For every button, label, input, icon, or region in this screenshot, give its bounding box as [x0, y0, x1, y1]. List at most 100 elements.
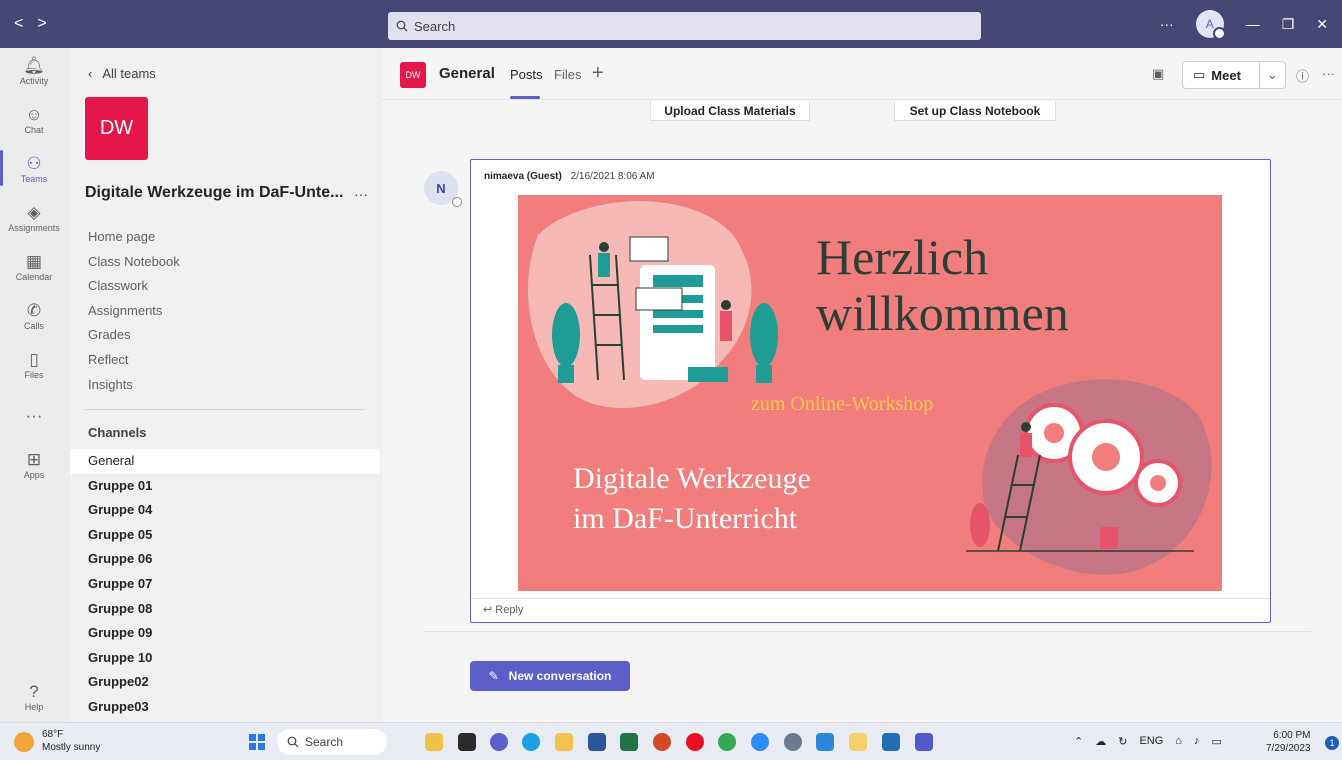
search-input[interactable]: Search — [388, 12, 981, 40]
rail-item-calendar[interactable]: ▦ Calendar — [0, 252, 68, 282]
bell-icon: 🔔︎ — [23, 56, 45, 75]
banner-main-line1: Digitale Werkzeuge — [573, 462, 811, 495]
apps-icon: ⊞ — [26, 450, 42, 469]
rail-item-assignments[interactable]: ◈ Assignments — [0, 203, 68, 233]
photos-app-icon[interactable] — [882, 733, 900, 751]
nav-grades[interactable]: Grades — [88, 325, 180, 350]
weather-widget[interactable]: 68°F Mostly sunny — [14, 728, 100, 754]
rail-item-more[interactable]: ··· — [0, 406, 68, 426]
rail-label: Help — [24, 702, 44, 712]
task-view-icon[interactable] — [458, 733, 476, 751]
close-icon[interactable]: ✕ — [1316, 16, 1328, 33]
rail-item-help[interactable]: ? Help — [0, 682, 68, 712]
reply-button[interactable]: ↩ Reply — [471, 598, 1270, 622]
welcome-banner-image: Herzlich willkommen zum Online-Workshop … — [518, 195, 1222, 591]
team-nav: Home page Class Notebook Classwork Assig… — [88, 227, 180, 399]
widgets-app-icon[interactable] — [425, 733, 443, 751]
more-options-icon[interactable]: ··· — [1322, 66, 1335, 81]
nav-class-notebook[interactable]: Class Notebook — [88, 252, 180, 277]
set-up-class-notebook-button[interactable]: Set up Class Notebook — [894, 101, 1056, 121]
app-icon[interactable] — [816, 733, 834, 751]
channel-item[interactable]: Gruppe03 — [70, 695, 380, 720]
meet-button[interactable]: ▭ Meet ⌄ — [1182, 61, 1286, 89]
rail-label: Calls — [23, 321, 44, 331]
new-conversation-button[interactable]: ✎ New conversation — [470, 661, 630, 691]
rail-label: Apps — [23, 470, 45, 480]
sync-icon[interactable]: ↻ — [1118, 735, 1127, 748]
channel-item[interactable]: Gruppe 05 — [70, 523, 380, 548]
settings-gear-icon[interactable] — [784, 733, 802, 751]
file-icon: ▯ — [29, 350, 39, 369]
nav-assignments[interactable]: Assignments — [88, 301, 180, 326]
banner-title-line1: Herzlich — [816, 229, 989, 285]
upload-class-materials-button[interactable]: Upload Class Materials — [650, 101, 810, 121]
channel-team-logo: DW — [400, 62, 426, 88]
app-icon[interactable] — [849, 733, 867, 751]
teams-chat-icon[interactable] — [490, 733, 508, 751]
nav-classwork[interactable]: Classwork — [88, 276, 180, 301]
meet-now[interactable]: ▭ Meet — [1183, 62, 1260, 88]
team-more-icon[interactable]: ··· — [354, 186, 368, 202]
word-app-icon[interactable] — [588, 733, 606, 751]
channel-item[interactable]: Gruppe 10 — [70, 646, 380, 671]
edge-browser-icon[interactable] — [522, 733, 540, 751]
nav-insights[interactable]: Insights — [88, 375, 180, 400]
channels-heading: Channels — [88, 425, 147, 440]
channel-item[interactable]: Gruppe 04 — [70, 498, 380, 523]
tab-files[interactable]: Files — [554, 67, 581, 82]
back-arrow-icon[interactable]: < — [14, 15, 23, 33]
chevron-up-icon[interactable]: ⌃ — [1074, 735, 1083, 748]
rail-item-files[interactable]: ▯ Files — [0, 350, 68, 380]
powerpoint-app-icon[interactable] — [653, 733, 671, 751]
banner-subtitle: zum Online-Workshop — [751, 393, 934, 415]
excel-app-icon[interactable] — [620, 733, 638, 751]
all-teams-link[interactable]: ‹ All teams — [88, 66, 156, 81]
post-author[interactable]: nimaeva (Guest) — [484, 171, 562, 182]
rail-item-teams[interactable]: ⚇ Teams — [0, 154, 68, 184]
add-tab-icon[interactable]: + — [592, 62, 604, 85]
clipboard-icon[interactable]: ▣ — [1152, 66, 1164, 82]
channel-item[interactable]: Gruppe 01 — [70, 474, 380, 499]
chrome-browser-icon[interactable] — [718, 733, 736, 751]
channel-item[interactable]: Gruppe02 — [70, 670, 380, 695]
onedrive-cloud-icon[interactable]: ☁ — [1095, 735, 1106, 748]
author-avatar[interactable]: N — [424, 171, 462, 207]
rail-label: Files — [24, 370, 44, 380]
battery-icon[interactable]: ▭ — [1211, 735, 1221, 748]
clock[interactable]: 6:00 PM 7/29/2023 — [1266, 729, 1311, 755]
channel-item[interactable]: Gruppe 07 — [70, 572, 380, 597]
nav-home-page[interactable]: Home page — [88, 227, 180, 252]
teams-app-icon[interactable] — [915, 733, 933, 751]
rail-item-calls[interactable]: ✆ Calls — [0, 301, 68, 331]
rail-item-activity[interactable]: 🔔︎ Activity — [0, 56, 68, 86]
more-options-icon[interactable]: ··· — [1160, 16, 1174, 32]
help-icon: ? — [29, 682, 39, 701]
tab-posts[interactable]: Posts — [510, 67, 543, 82]
zoom-app-icon[interactable] — [751, 733, 769, 751]
opera-browser-icon[interactable] — [686, 733, 704, 751]
windows-start-icon[interactable] — [249, 734, 265, 750]
rail-item-apps[interactable]: ⊞ Apps — [0, 450, 68, 480]
info-icon[interactable]: ⓘ — [1296, 66, 1309, 85]
video-camera-icon: ▭ — [1193, 67, 1206, 82]
taskbar-search[interactable]: Search — [277, 729, 387, 755]
channel-item[interactable]: Gruppe 06 — [70, 547, 380, 572]
maximize-icon[interactable]: ❐ — [1282, 16, 1295, 33]
volume-icon[interactable]: ♪ — [1194, 735, 1200, 748]
compose-icon: ✎ — [488, 669, 499, 683]
user-avatar[interactable]: A — [1195, 10, 1226, 40]
conversation-feed: Upload Class Materials Set up Class Note… — [382, 101, 1342, 722]
nav-reflect[interactable]: Reflect — [88, 350, 180, 375]
channel-general[interactable]: General — [70, 449, 380, 474]
notification-badge[interactable]: 1 — [1325, 736, 1339, 750]
file-explorer-icon[interactable] — [555, 733, 573, 751]
rail-item-chat[interactable]: ☺ Chat — [0, 105, 68, 135]
channel-item[interactable]: Gruppe 09 — [70, 621, 380, 646]
forward-arrow-icon[interactable]: > — [37, 15, 46, 33]
chevron-down-icon[interactable]: ⌄ — [1260, 67, 1285, 83]
network-icon[interactable]: ⌂ — [1175, 735, 1182, 748]
os-taskbar: 68°F Mostly sunny Search ⌃ ☁ ↻ ENG ⌂ ♪ ▭… — [0, 722, 1342, 760]
channel-item[interactable]: Gruppe 08 — [70, 597, 380, 622]
language-indicator[interactable]: ENG — [1139, 735, 1163, 748]
minimize-icon[interactable]: — — [1246, 16, 1260, 32]
